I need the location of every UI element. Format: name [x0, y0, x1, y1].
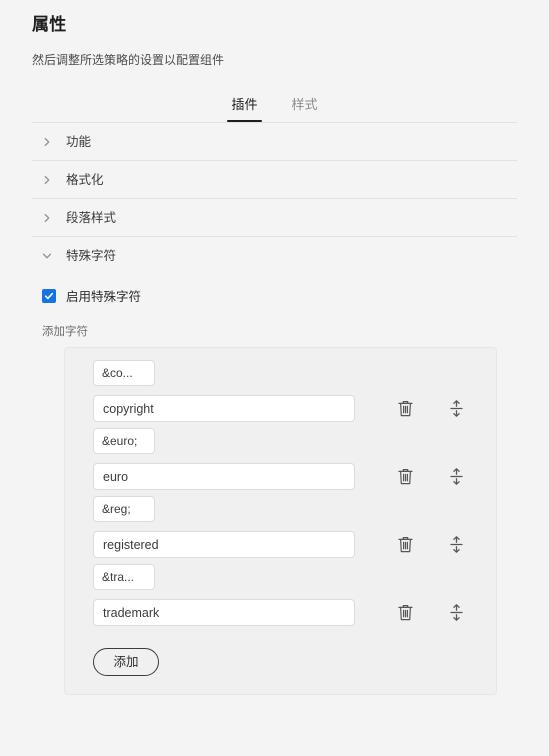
- accordion-label-features: 功能: [66, 134, 92, 149]
- row-actions: [395, 399, 466, 419]
- character-name-row: [79, 599, 482, 626]
- trash-icon[interactable]: [395, 603, 415, 623]
- enable-special-characters-label: 启用特殊字符: [66, 290, 142, 304]
- drag-vertical-icon[interactable]: [446, 467, 466, 487]
- accordion-header-paragraph-styles[interactable]: 段落样式: [32, 199, 517, 236]
- characters-repeater: 添加: [64, 347, 497, 695]
- add-characters-label: 添加字符: [42, 326, 88, 338]
- accordion-label-special-characters: 特殊字符: [66, 248, 117, 263]
- entity-input[interactable]: [93, 360, 155, 386]
- tab-plugins[interactable]: 插件: [227, 97, 262, 122]
- accordion-header-formatting[interactable]: 格式化: [32, 161, 517, 198]
- row-actions: [395, 603, 466, 623]
- character-name-row: [79, 395, 482, 422]
- drag-vertical-icon[interactable]: [446, 603, 466, 623]
- character-row: [79, 428, 482, 490]
- character-name-row: [79, 463, 482, 490]
- name-input[interactable]: [93, 395, 355, 422]
- entity-input[interactable]: [93, 564, 155, 590]
- character-name-row: [79, 531, 482, 558]
- accordion-label-paragraph-styles: 段落样式: [66, 210, 117, 225]
- tab-styles-label: 样式: [291, 97, 318, 112]
- accordion-label-formatting: 格式化: [66, 172, 104, 187]
- entity-input[interactable]: [93, 496, 155, 522]
- accordion-item-features: 功能: [32, 123, 517, 161]
- tab-bar: 插件 样式: [0, 90, 549, 122]
- accordion-header-features[interactable]: 功能: [32, 123, 517, 160]
- accordion-item-paragraph-styles: 段落样式: [32, 199, 517, 237]
- name-input[interactable]: [93, 531, 355, 558]
- enable-special-characters-checkbox[interactable]: [42, 288, 56, 303]
- name-input[interactable]: [93, 463, 355, 490]
- chevron-right-icon: [42, 213, 52, 223]
- character-row: [79, 496, 482, 558]
- properties-panel: 属性 然后调整所选策略的设置以配置组件 插件 样式 功能 格式化 段落样式 特殊…: [0, 0, 549, 756]
- character-row: [79, 564, 482, 626]
- character-row: [79, 360, 482, 422]
- accordion-header-special-characters[interactable]: 特殊字符: [32, 237, 517, 274]
- drag-vertical-icon[interactable]: [446, 535, 466, 555]
- trash-icon[interactable]: [395, 399, 415, 419]
- name-input[interactable]: [93, 599, 355, 626]
- drag-vertical-icon[interactable]: [446, 399, 466, 419]
- accordion: 功能 格式化 段落样式 特殊字符 启用特殊字符 添加字符 &co... copy…: [32, 123, 517, 695]
- page-subtitle: 然后调整所选策略的设置以配置组件: [32, 53, 225, 67]
- row-actions: [395, 467, 466, 487]
- chevron-right-icon: [42, 175, 52, 185]
- chevron-right-icon: [42, 137, 52, 147]
- tab-plugins-label: 插件: [231, 97, 258, 112]
- entity-input[interactable]: [93, 428, 155, 454]
- tab-styles[interactable]: 样式: [290, 97, 320, 122]
- accordion-item-special-characters: 特殊字符 启用特殊字符 添加字符 &co... copyright &euro;…: [32, 237, 517, 695]
- page-title: 属性: [32, 15, 67, 34]
- trash-icon[interactable]: [395, 535, 415, 555]
- special-characters-body: 启用特殊字符 添加字符 &co... copyright &euro; euro…: [32, 274, 517, 695]
- accordion-item-formatting: 格式化: [32, 161, 517, 199]
- enable-special-characters-row: 启用特殊字符: [32, 274, 517, 305]
- row-actions: [395, 535, 466, 555]
- panel-header: 属性 然后调整所选策略的设置以配置组件: [0, 0, 549, 68]
- chevron-down-icon: [42, 251, 52, 261]
- trash-icon[interactable]: [395, 467, 415, 487]
- add-character-button[interactable]: 添加: [93, 648, 159, 676]
